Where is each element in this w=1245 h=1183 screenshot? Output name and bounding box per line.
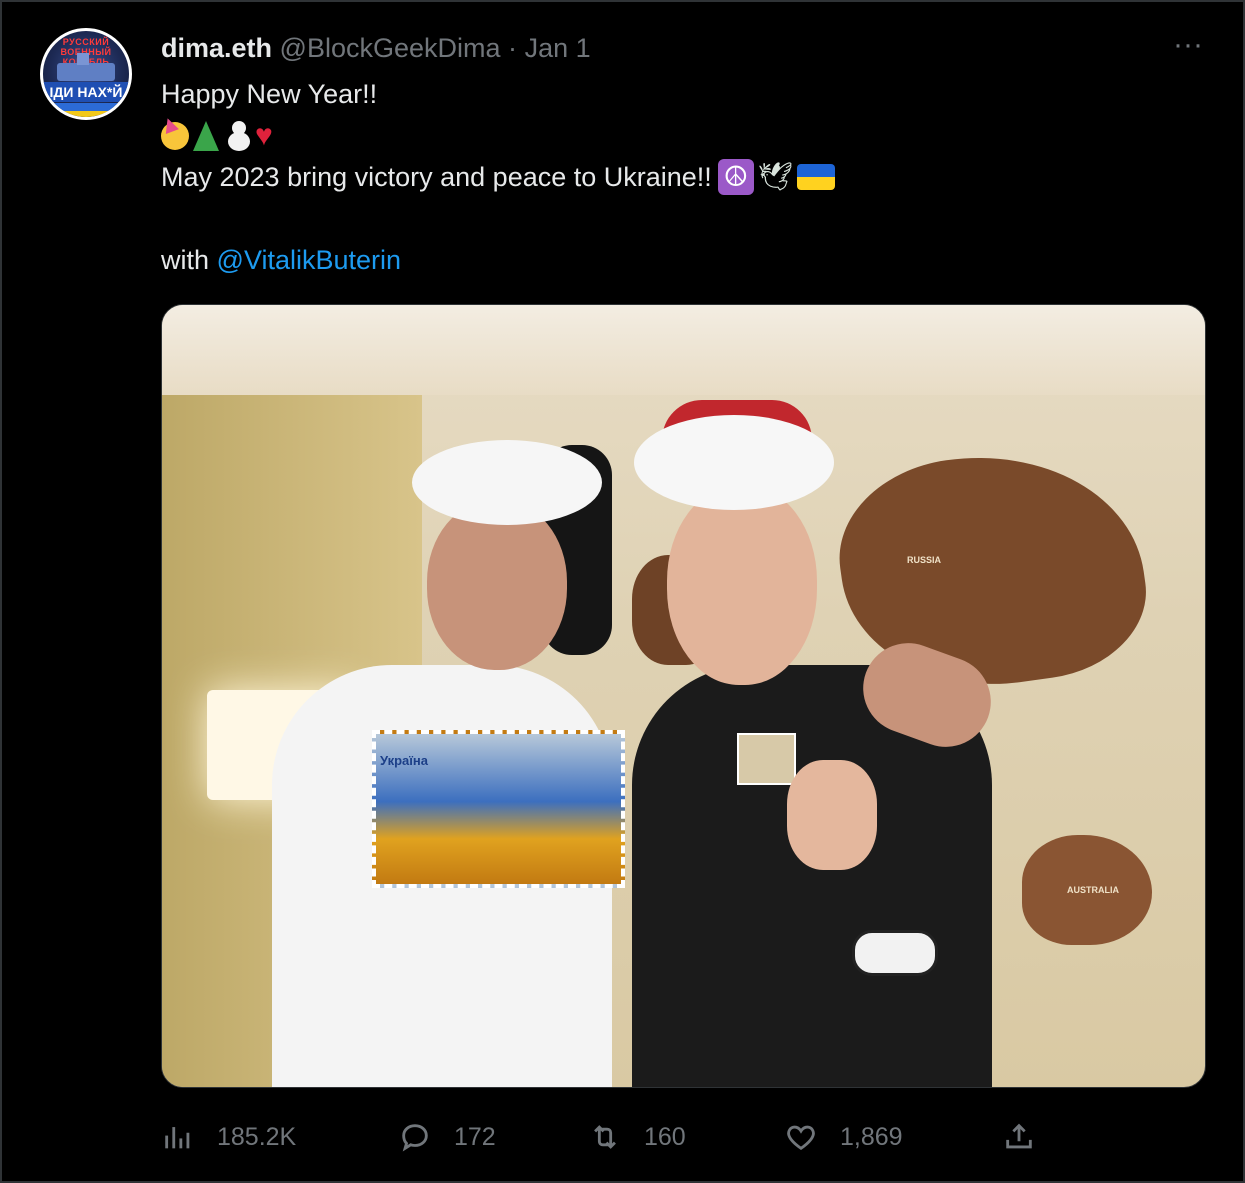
more-dots-icon: ··· — [1173, 28, 1203, 61]
photo-map-label-russia: RUSSIA — [907, 555, 942, 565]
tweet-actions-bar: 185.2K 172 160 1,869 — [161, 1112, 1206, 1162]
photo-stamp-text: Україна — [380, 753, 429, 768]
tweet-emoji-line: ♥ — [161, 118, 273, 154]
dove-icon: 🕊 — [757, 161, 794, 192]
photo-held-stamp — [737, 733, 796, 785]
photo-santa-hat-right — [634, 415, 834, 510]
photo-ceiling — [162, 305, 1205, 395]
retweet-icon — [594, 1125, 616, 1149]
views-icon — [165, 1127, 190, 1149]
tweet-header: dima.eth @BlockGeekDima · Jan 1 — [161, 30, 591, 66]
reply-icon — [402, 1124, 428, 1152]
photo-hand — [787, 760, 877, 870]
retweet-count: 160 — [644, 1122, 686, 1151]
heart-icon — [787, 1125, 815, 1151]
avatar[interactable]: РУССКИЙ ВОЕННЫЙ КОРАБЛЬ ІДИ НАХ*Й — [40, 28, 132, 120]
photo-map-label-australia: AUSTRALIA — [1067, 885, 1119, 895]
avatar-flag-blue — [43, 103, 129, 111]
tweet-text-line1: Happy New Year!! — [161, 79, 378, 109]
tweet-date[interactable]: Jan 1 — [525, 33, 591, 63]
reply-count: 172 — [454, 1122, 496, 1151]
share-button[interactable] — [1002, 1112, 1036, 1162]
snowman-icon — [227, 121, 251, 151]
with-prefix: with — [161, 245, 217, 275]
mention-link[interactable]: @VitalikButerin — [217, 245, 402, 275]
photo-person-left-face — [427, 500, 567, 670]
tweet-container: РУССКИЙ ВОЕННЫЙ КОРАБЛЬ ІДИ НАХ*Й dima.e… — [0, 0, 1245, 1183]
photo-watch — [852, 930, 938, 976]
tweet-text-with-line: with @VitalikButerin — [161, 242, 401, 278]
ukraine-flag-icon — [797, 164, 836, 190]
photo-person-right-face — [667, 485, 817, 685]
tweet-photo[interactable]: RUSSIA AUSTRALIA Україна — [161, 304, 1206, 1088]
more-options-button[interactable]: ··· — [1168, 30, 1208, 66]
like-button[interactable]: 1,869 — [784, 1112, 903, 1162]
views-button[interactable]: 185.2K — [161, 1112, 296, 1162]
avatar-ship-graphic — [57, 53, 115, 81]
author-handle[interactable]: @BlockGeekDima — [280, 33, 501, 63]
header-separator: · — [508, 33, 518, 63]
like-count: 1,869 — [840, 1122, 903, 1151]
avatar-flag-yellow — [43, 111, 129, 117]
heart-emoji-icon: ♥ — [255, 119, 273, 152]
peace-symbol-icon: ☮ — [717, 159, 754, 195]
avatar-slogan: ІДИ НАХ*Й — [43, 82, 129, 102]
christmas-tree-icon — [193, 121, 219, 151]
photo-santa-hat-left — [412, 440, 602, 525]
reply-button[interactable]: 172 — [398, 1112, 496, 1162]
retweet-button[interactable]: 160 — [588, 1112, 686, 1162]
tweet-text-line3: May 2023 bring victory and peace to Ukra… — [161, 159, 836, 195]
tweet-text-line3-content: May 2023 bring victory and peace to Ukra… — [161, 162, 712, 192]
views-count: 185.2K — [217, 1122, 297, 1151]
share-icon — [1006, 1123, 1032, 1149]
author-name[interactable]: dima.eth — [161, 33, 272, 63]
party-face-icon — [161, 122, 189, 150]
